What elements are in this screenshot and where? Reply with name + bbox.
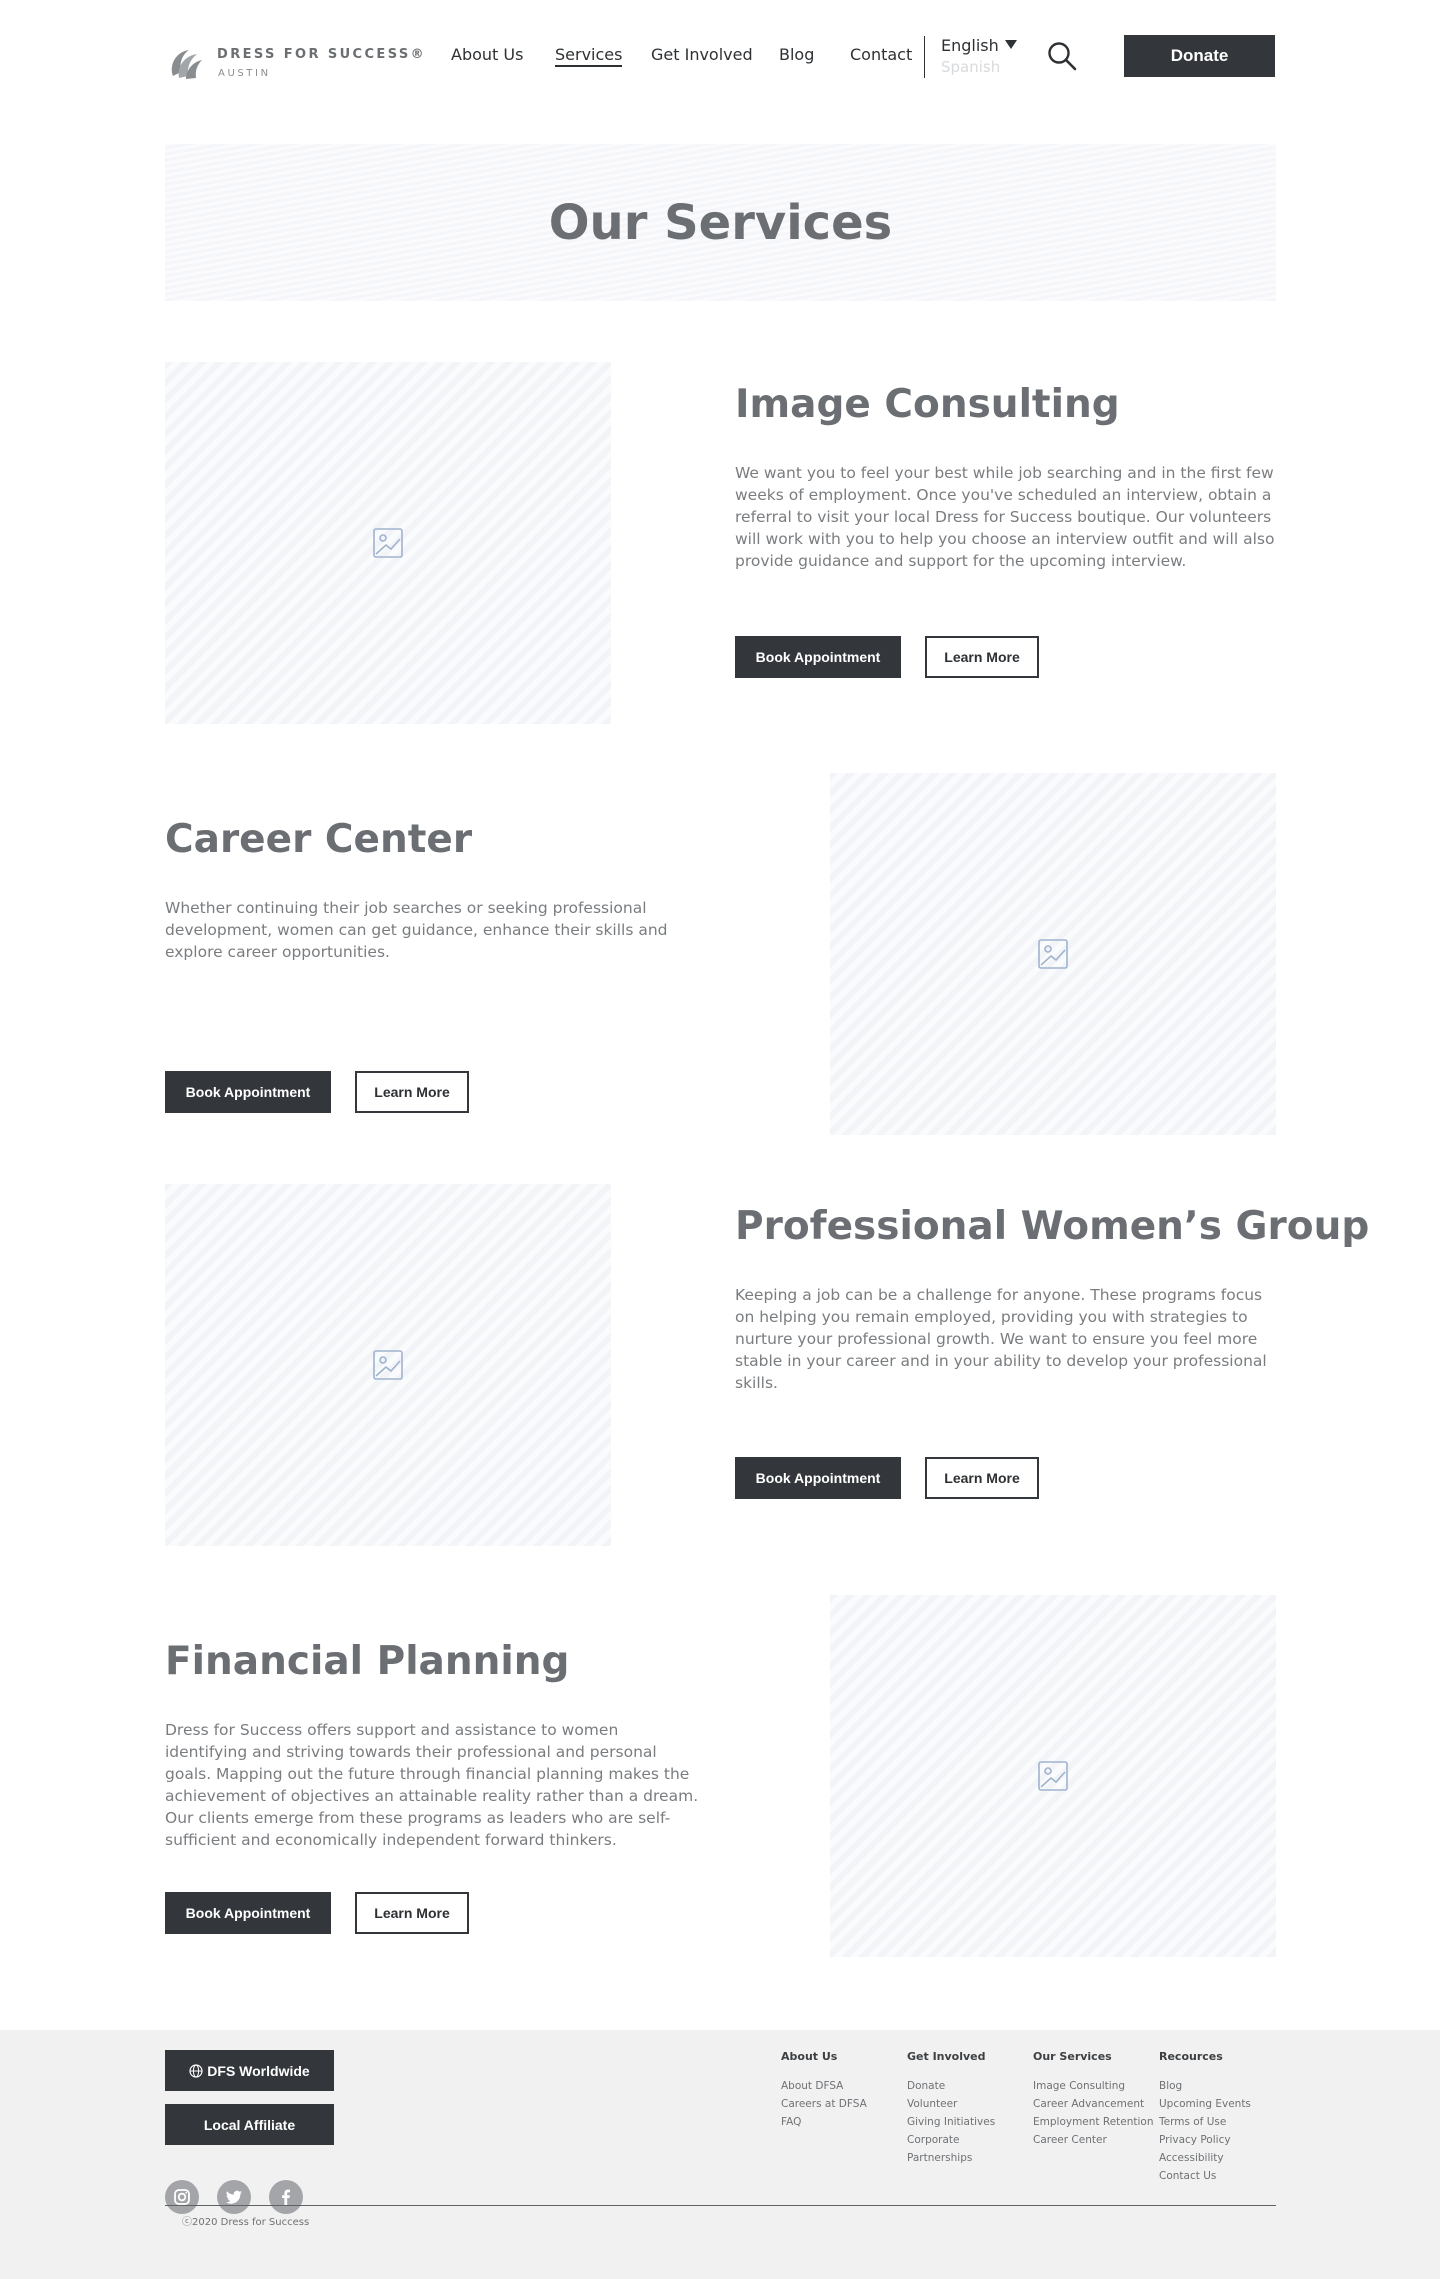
footer-link[interactable]: Partnerships bbox=[907, 2149, 995, 2167]
footer-link[interactable]: Volunteer bbox=[907, 2095, 995, 2113]
footer-column-heading: Get Involved bbox=[907, 2050, 986, 2063]
book-appointment-button[interactable]: Book Appointment bbox=[165, 1071, 331, 1113]
service-image-placeholder bbox=[165, 1184, 611, 1546]
service-image-placeholder bbox=[830, 773, 1276, 1135]
page-title: Our Services bbox=[548, 194, 893, 251]
footer-link[interactable]: Employment Retention bbox=[1033, 2113, 1154, 2131]
book-appointment-button[interactable]: Book Appointment bbox=[735, 636, 901, 678]
dfs-worldwide-button[interactable]: DFS Worldwide bbox=[165, 2050, 334, 2091]
footer-column-heading: Recources bbox=[1159, 2050, 1223, 2063]
language-selected: English bbox=[941, 36, 999, 55]
learn-more-button[interactable]: Learn More bbox=[355, 1071, 469, 1113]
footer-link[interactable]: About DFSA bbox=[781, 2077, 867, 2095]
donate-button[interactable]: Donate bbox=[1124, 35, 1275, 77]
service-image-placeholder bbox=[165, 362, 611, 724]
language-divider bbox=[924, 36, 925, 78]
image-icon bbox=[373, 528, 403, 558]
caret-down-icon bbox=[1004, 40, 1017, 49]
twitter-icon[interactable] bbox=[217, 2180, 251, 2214]
learn-more-button[interactable]: Learn More bbox=[925, 636, 1039, 678]
footer-link[interactable]: Privacy Policy bbox=[1159, 2131, 1251, 2149]
copyright-text: ⓒ2020 Dress for Success bbox=[182, 2217, 310, 2228]
footer-divider bbox=[165, 2205, 1276, 2206]
footer-link[interactable]: Contact Us bbox=[1159, 2167, 1251, 2185]
image-icon bbox=[1038, 1761, 1068, 1791]
language-option-spanish[interactable]: Spanish bbox=[941, 58, 1000, 76]
image-icon bbox=[373, 1350, 403, 1380]
nav-about-us[interactable]: About Us bbox=[451, 45, 523, 67]
footer-link[interactable]: FAQ bbox=[781, 2113, 867, 2131]
swirl-logo-icon bbox=[171, 50, 202, 79]
service-title: Professional Women’s Group bbox=[735, 1204, 1370, 1249]
footer-column-resources: Recources Blog Upcoming Events Terms of … bbox=[1159, 2050, 1251, 2185]
dfs-worldwide-label: DFS Worldwide bbox=[207, 2062, 310, 2079]
footer-column-heading: About Us bbox=[781, 2050, 838, 2063]
site-logo[interactable]: DRESS FOR SUCCESS® AUSTIN bbox=[165, 42, 430, 86]
footer-link[interactable]: Careers at DFSA bbox=[781, 2095, 867, 2113]
learn-more-button[interactable]: Learn More bbox=[355, 1892, 469, 1934]
page-hero: Our Services bbox=[165, 144, 1276, 301]
local-affiliate-button[interactable]: Local Affiliate bbox=[165, 2104, 334, 2145]
footer-link[interactable]: Career Advancement bbox=[1033, 2095, 1154, 2113]
logo-name: DRESS FOR SUCCESS® bbox=[217, 47, 427, 62]
nav-services[interactable]: Services bbox=[555, 45, 623, 67]
service-description: Keeping a job can be a challenge for any… bbox=[735, 1286, 1267, 1392]
footer-link[interactable]: Upcoming Events bbox=[1159, 2095, 1251, 2113]
nav-contact[interactable]: Contact bbox=[850, 45, 912, 67]
facebook-icon[interactable] bbox=[269, 2180, 303, 2214]
footer-link[interactable]: Image Consulting bbox=[1033, 2077, 1154, 2095]
service-image-placeholder bbox=[830, 1595, 1276, 1957]
service-description: Dress for Success offers support and ass… bbox=[165, 1721, 699, 1849]
book-appointment-button[interactable]: Book Appointment bbox=[735, 1457, 901, 1499]
globe-icon bbox=[189, 2063, 203, 2078]
footer-link[interactable]: Accessibility bbox=[1159, 2149, 1251, 2167]
footer-link[interactable]: Terms of Use bbox=[1159, 2113, 1251, 2131]
nav-blog[interactable]: Blog bbox=[779, 45, 814, 67]
site-header: DRESS FOR SUCCESS® AUSTIN About Us Servi… bbox=[0, 0, 1440, 110]
footer-column-heading: Our Services bbox=[1033, 2050, 1112, 2063]
service-description: We want you to feel your best while job … bbox=[735, 464, 1275, 570]
footer-column-about-us: About Us About DFSA Careers at DFSA FAQ bbox=[781, 2050, 867, 2131]
service-title: Financial Planning bbox=[165, 1639, 570, 1684]
site-footer: DFS Worldwide Local Affiliate About Us A… bbox=[0, 2030, 1440, 2279]
service-title: Image Consulting bbox=[735, 382, 1120, 427]
footer-link[interactable]: Donate bbox=[907, 2077, 995, 2095]
logo-city: AUSTIN bbox=[218, 68, 271, 79]
book-appointment-button[interactable]: Book Appointment bbox=[165, 1892, 331, 1934]
footer-column-our-services: Our Services Image Consulting Career Adv… bbox=[1033, 2050, 1154, 2149]
footer-column-get-involved: Get Involved Donate Volunteer Giving Ini… bbox=[907, 2050, 995, 2167]
instagram-icon[interactable] bbox=[165, 2180, 199, 2214]
service-title: Career Center bbox=[165, 817, 473, 862]
image-icon bbox=[1038, 939, 1068, 969]
nav-get-involved[interactable]: Get Involved bbox=[651, 45, 753, 67]
footer-link[interactable]: Corporate bbox=[907, 2131, 995, 2149]
footer-link[interactable]: Career Center bbox=[1033, 2131, 1154, 2149]
language-selector[interactable]: English bbox=[941, 36, 1017, 55]
learn-more-button[interactable]: Learn More bbox=[925, 1457, 1039, 1499]
service-description: Whether continuing their job searches or… bbox=[165, 899, 668, 961]
search-icon[interactable] bbox=[1046, 40, 1078, 72]
footer-link[interactable]: Giving Initiatives bbox=[907, 2113, 995, 2131]
footer-link[interactable]: Blog bbox=[1159, 2077, 1251, 2095]
